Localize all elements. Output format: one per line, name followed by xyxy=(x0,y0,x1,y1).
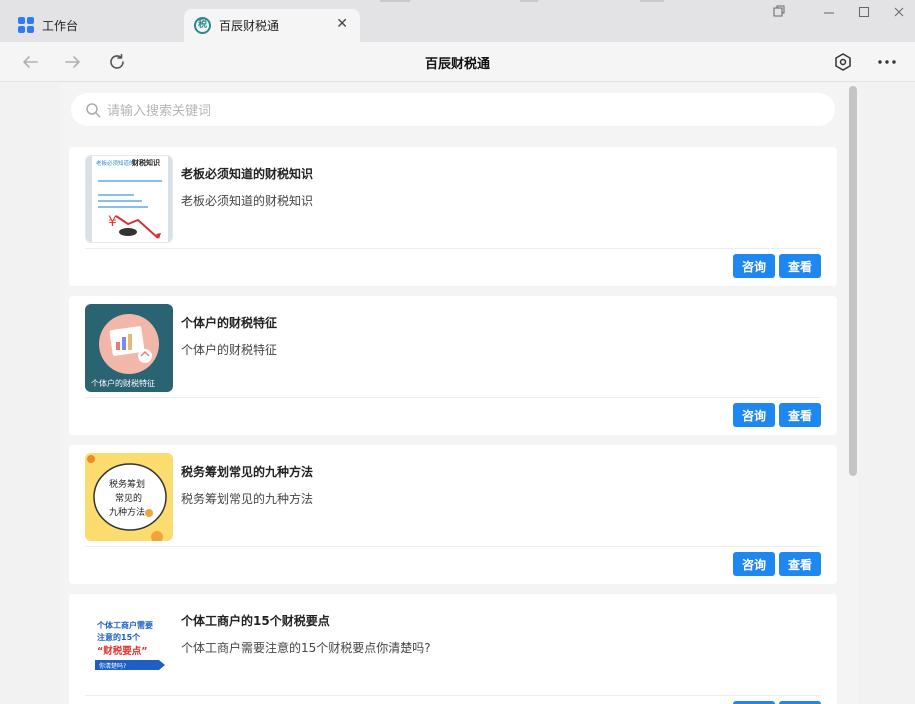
article-description: 个体户的财税特征 xyxy=(181,343,278,357)
search-icon xyxy=(86,102,101,117)
page-margin-left xyxy=(0,83,60,704)
page-title: 百辰财税通 xyxy=(424,57,490,72)
article-title[interactable]: 个体工商户的15个财税要点 xyxy=(181,612,330,629)
grid-icon xyxy=(18,17,34,33)
article-thumbnail: 个体户的财税特征 xyxy=(85,304,173,392)
consult-button[interactable]: 咨询 xyxy=(733,403,775,427)
view-button[interactable]: 查看 xyxy=(779,552,821,576)
article-description: 老板必须知道的财税知识 xyxy=(181,194,314,208)
thumb-text: 财税知识 xyxy=(131,158,160,167)
article-title[interactable]: 老板必须知道的财税知识 xyxy=(181,165,313,182)
article-thumbnail: 个体工商户需要 注意的15个 “财税要点” 你清楚吗? xyxy=(85,602,173,690)
article-card[interactable]: 个体工商户需要 注意的15个 “财税要点” 你清楚吗? 个体工商户的15个财税要… xyxy=(69,594,837,704)
search-input[interactable]: 请输入搜索关键词 xyxy=(107,100,211,119)
article-description: 税务筹划常见的九种方法 xyxy=(181,492,314,506)
consult-button[interactable]: 咨询 xyxy=(733,254,775,278)
thumb-text: 老板必须知道的 xyxy=(96,159,135,167)
view-button[interactable]: 查看 xyxy=(779,254,821,278)
close-icon[interactable]: ✕ xyxy=(336,17,348,31)
minimize-icon[interactable] xyxy=(822,4,836,21)
nav-bar: 百辰财税通 xyxy=(0,42,915,82)
more-options-icon[interactable] xyxy=(876,51,898,73)
article-card[interactable]: 税务筹划 常见的 九种方法 税务筹划常见的九种方法 税务筹划常见的九种方法 咨询… xyxy=(69,445,837,584)
svg-text:¥: ¥ xyxy=(108,214,117,230)
consult-button[interactable]: 咨询 xyxy=(733,552,775,576)
tab-baichen[interactable]: 税 百辰财税通 ✕ xyxy=(184,9,360,42)
settings-hexagon-icon[interactable] xyxy=(832,51,854,73)
article-thumbnail: 老板必须知道的 财税知识 ¥ xyxy=(85,155,173,243)
thumb-text: 常见的 xyxy=(115,492,142,504)
search-bar[interactable]: 请输入搜索关键词 xyxy=(71,93,835,126)
article-card[interactable]: 老板必须知道的 财税知识 ¥ 老板必须知道的财税知识 老板必须知道的财税知识 咨… xyxy=(69,147,837,286)
page-margin-right xyxy=(858,83,915,704)
thumb-text: 个体工商户需要 xyxy=(96,620,153,630)
thumb-text: 九种方法 xyxy=(109,506,145,518)
article-card[interactable]: 个体户的财税特征 个体户的财税特征 个体户的财税特征 咨询 查看 xyxy=(69,296,837,435)
view-button[interactable]: 查看 xyxy=(779,403,821,427)
divider xyxy=(85,248,821,249)
tab-bar: 工作台 税 百辰财税通 ✕ xyxy=(0,0,915,42)
maximize-icon[interactable] xyxy=(857,4,871,21)
tab-active-label: 百辰财税通 xyxy=(219,19,280,33)
divider xyxy=(85,695,821,696)
tab-workspace[interactable]: 工作台 xyxy=(0,8,180,42)
divider xyxy=(85,397,821,398)
article-title[interactable]: 个体户的财税特征 xyxy=(181,314,277,331)
article-list-page: 请输入搜索关键词 老板必须知道的 财税知识 ¥ 老板必须知道的财税知识 老板必须… xyxy=(60,83,858,704)
divider xyxy=(85,546,821,547)
close-window-icon[interactable] xyxy=(892,4,906,21)
thumb-text: 你清楚吗? xyxy=(99,662,126,670)
thumb-text: 个体户的财税特征 xyxy=(91,378,155,388)
article-description: 个体工商户需要注意的15个财税要点你清楚吗? xyxy=(181,641,431,655)
tab-strip-accent xyxy=(640,0,664,2)
tab-strip-accent xyxy=(520,0,538,2)
thumb-text: 注意的15个 xyxy=(97,632,141,642)
article-title[interactable]: 税务筹划常见的九种方法 xyxy=(181,463,313,480)
scrollbar-thumb[interactable] xyxy=(849,86,857,476)
tab-strip-accent xyxy=(380,0,410,2)
restore-window-icon[interactable] xyxy=(772,4,786,21)
thumb-text: “财税要点” xyxy=(97,645,148,657)
thumb-text: 税务筹划 xyxy=(109,478,145,490)
tax-logo-icon: 税 xyxy=(194,17,211,34)
article-thumbnail: 税务筹划 常见的 九种方法 xyxy=(85,453,173,541)
tab-workspace-label: 工作台 xyxy=(42,18,79,33)
